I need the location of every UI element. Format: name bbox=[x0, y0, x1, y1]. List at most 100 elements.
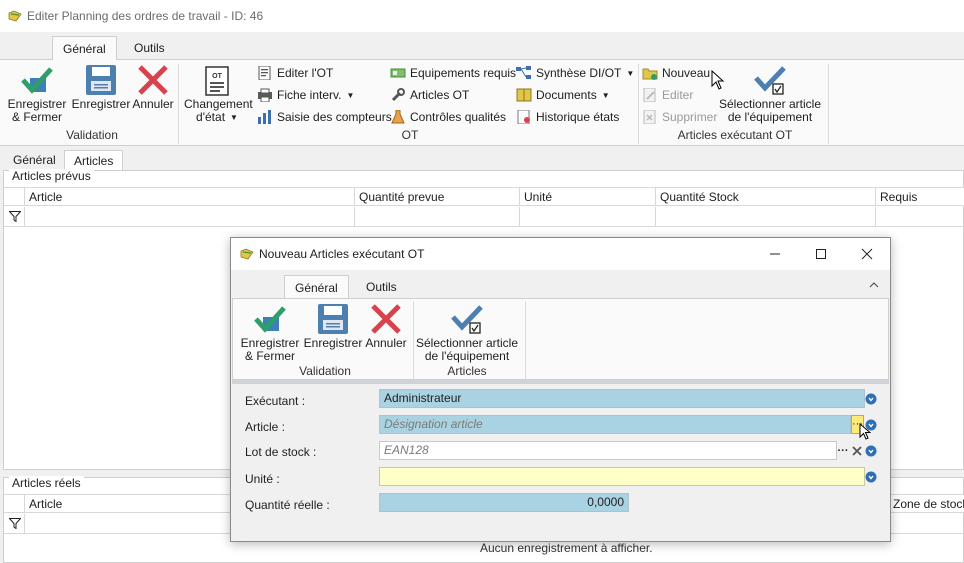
dialog-save-button[interactable]: Enregistrer bbox=[303, 303, 363, 350]
dialog-tab-outils[interactable]: Outils bbox=[356, 275, 407, 300]
cancel-label: Annuler bbox=[365, 336, 407, 350]
filter-icon[interactable] bbox=[9, 211, 21, 222]
article-label: Article : bbox=[245, 420, 286, 434]
column-header[interactable]: Requis bbox=[875, 188, 964, 206]
save-label: Enregistrer bbox=[71, 97, 131, 111]
article-field[interactable]: Désignation article bbox=[379, 415, 851, 434]
dialog-save-close-button[interactable]: Enregistrer & Fermer bbox=[239, 303, 301, 363]
quantite-label: Quantité réelle : bbox=[245, 498, 330, 512]
subtab-general[interactable]: Général bbox=[4, 150, 65, 171]
articles-prevus-title: Articles prévus bbox=[9, 169, 94, 183]
save-close-label-2: & Fermer bbox=[11, 110, 62, 124]
dropdown-caret-icon: ▼ bbox=[601, 91, 610, 100]
collapse-ribbon-icon[interactable] bbox=[869, 281, 879, 288]
column-header[interactable]: Article bbox=[24, 188, 354, 206]
edit-icon bbox=[643, 88, 656, 102]
saisie-compteurs-label: Saisie des compteurs bbox=[277, 110, 392, 124]
cancel-button[interactable]: Annuler bbox=[132, 64, 174, 111]
dropdown-caret-icon: ▼ bbox=[346, 91, 355, 100]
quantite-field[interactable]: 0,0000 bbox=[379, 493, 629, 512]
lot-label: Lot de stock : bbox=[245, 445, 317, 459]
equipements-requis-label: Equipements requis bbox=[410, 66, 517, 80]
supprimer-label: Supprimer bbox=[662, 110, 718, 124]
save-button[interactable]: Enregistrer bbox=[71, 64, 131, 111]
flask-icon bbox=[391, 110, 405, 124]
window-title: Editer Planning des ordres de travail - … bbox=[27, 9, 264, 23]
synthese-button[interactable]: Synthèse DI/OT ▼ bbox=[516, 64, 634, 82]
new-article-dialog: Nouveau Articles exécutant OT Général Ou… bbox=[230, 237, 891, 542]
editer-ot-button[interactable]: Editer l'OT bbox=[257, 64, 333, 82]
save-label: Enregistrer bbox=[303, 336, 363, 350]
fiche-interv-button[interactable]: Fiche interv. ▼ bbox=[257, 86, 354, 104]
dialog-ribbon-tabs: Général Outils bbox=[231, 270, 890, 300]
unite-field[interactable] bbox=[379, 467, 865, 486]
hierarchy-icon bbox=[516, 66, 531, 79]
book-icon bbox=[516, 88, 532, 102]
articles-prevus-filter-row[interactable] bbox=[4, 207, 964, 227]
save-close-icon bbox=[21, 67, 53, 94]
dialog-cancel-button[interactable]: Annuler bbox=[364, 303, 408, 350]
filter-icon[interactable] bbox=[9, 518, 21, 529]
editer-button[interactable]: Editer bbox=[642, 86, 693, 104]
lot-browse-icon[interactable]: ··· bbox=[837, 445, 849, 457]
dropdown-caret-icon: ▼ bbox=[230, 113, 238, 122]
dialog-select-article-button[interactable]: Sélectionner article de l'équipement bbox=[415, 305, 519, 363]
articles-ot-label: Articles OT bbox=[410, 88, 470, 102]
subtab-articles[interactable]: Articles bbox=[64, 150, 124, 171]
historique-button[interactable]: Historique états bbox=[516, 108, 619, 126]
floppy-icon bbox=[86, 65, 116, 95]
column-header[interactable]: Unité bbox=[519, 188, 655, 206]
wrench-icon bbox=[391, 88, 405, 102]
group-separator bbox=[525, 301, 526, 379]
save-close-button[interactable]: Enregistrer & Fermer bbox=[6, 64, 68, 124]
delete-icon bbox=[643, 110, 656, 124]
articles-ot-button[interactable]: Articles OT bbox=[390, 86, 469, 104]
dialog-ribbon: Enregistrer & Fermer Enregistrer Annuler… bbox=[232, 298, 889, 380]
ribbon-divider bbox=[232, 380, 889, 384]
group-separator bbox=[638, 64, 639, 144]
ribbon: Enregistrer & Fermer Enregistrer Annuler… bbox=[0, 60, 964, 146]
executant-field[interactable]: Administrateur bbox=[379, 389, 865, 408]
maximize-icon[interactable] bbox=[813, 246, 829, 262]
controles-qualites-button[interactable]: Contrôles qualités bbox=[390, 108, 506, 126]
clear-x-icon[interactable] bbox=[852, 446, 862, 456]
dropdown-circle-icon[interactable] bbox=[865, 419, 877, 431]
column-header[interactable]: Quantité prevue bbox=[354, 188, 519, 206]
dialog-tab-general[interactable]: Général bbox=[284, 275, 349, 300]
dropdown-circle-icon[interactable] bbox=[865, 393, 877, 405]
saisie-compteurs-button[interactable]: Saisie des compteurs bbox=[257, 108, 392, 126]
supprimer-button[interactable]: Supprimer bbox=[642, 108, 717, 126]
dropdown-circle-icon[interactable] bbox=[865, 471, 877, 483]
select-article-label-2: de l'équipement bbox=[424, 349, 510, 363]
column-header[interactable]: Quantité Stock bbox=[655, 188, 875, 206]
article-placeholder: Désignation article bbox=[384, 417, 483, 431]
tab-general[interactable]: Général bbox=[52, 36, 117, 61]
equipment-icon bbox=[390, 68, 406, 78]
tab-outils[interactable]: Outils bbox=[124, 36, 175, 61]
select-article-label-2: de l'équipement bbox=[727, 110, 813, 124]
equipements-requis-button[interactable]: Equipements requis bbox=[390, 64, 516, 82]
historique-label: Historique états bbox=[536, 110, 620, 124]
lot-field[interactable]: EAN128 bbox=[379, 441, 837, 460]
lot-placeholder: EAN128 bbox=[384, 443, 429, 457]
group-separator bbox=[413, 301, 414, 379]
dropdown-circle-icon[interactable] bbox=[865, 445, 877, 457]
documents-button[interactable]: Documents ▼ bbox=[516, 86, 610, 104]
app-icon bbox=[8, 10, 22, 22]
controles-qualites-label: Contrôles qualités bbox=[410, 110, 507, 124]
change-state-label-2: d'état bbox=[196, 110, 226, 124]
change-state-button[interactable]: OT Changement d'état ▼ bbox=[184, 66, 253, 124]
group-label-articles: Articles bbox=[447, 364, 487, 378]
fiche-interv-label: Fiche interv. bbox=[277, 88, 342, 102]
close-icon[interactable] bbox=[859, 246, 875, 262]
articles-prevus-header: Article Quantité prevue Unité Quantité S… bbox=[4, 187, 964, 206]
document-ot-icon: OT bbox=[205, 66, 229, 96]
nouveau-button[interactable]: Nouveau bbox=[642, 64, 710, 82]
column-header[interactable]: Zone de stock bbox=[888, 495, 964, 513]
minimize-icon[interactable] bbox=[767, 246, 783, 262]
select-article-equipment-button[interactable]: Sélectionner article de l'équipement bbox=[718, 66, 822, 124]
svg-text:OT: OT bbox=[212, 73, 222, 80]
dropdown-caret-icon: ▼ bbox=[626, 69, 635, 78]
group-separator bbox=[828, 64, 829, 144]
synthese-label: Synthèse DI/OT bbox=[536, 66, 622, 80]
